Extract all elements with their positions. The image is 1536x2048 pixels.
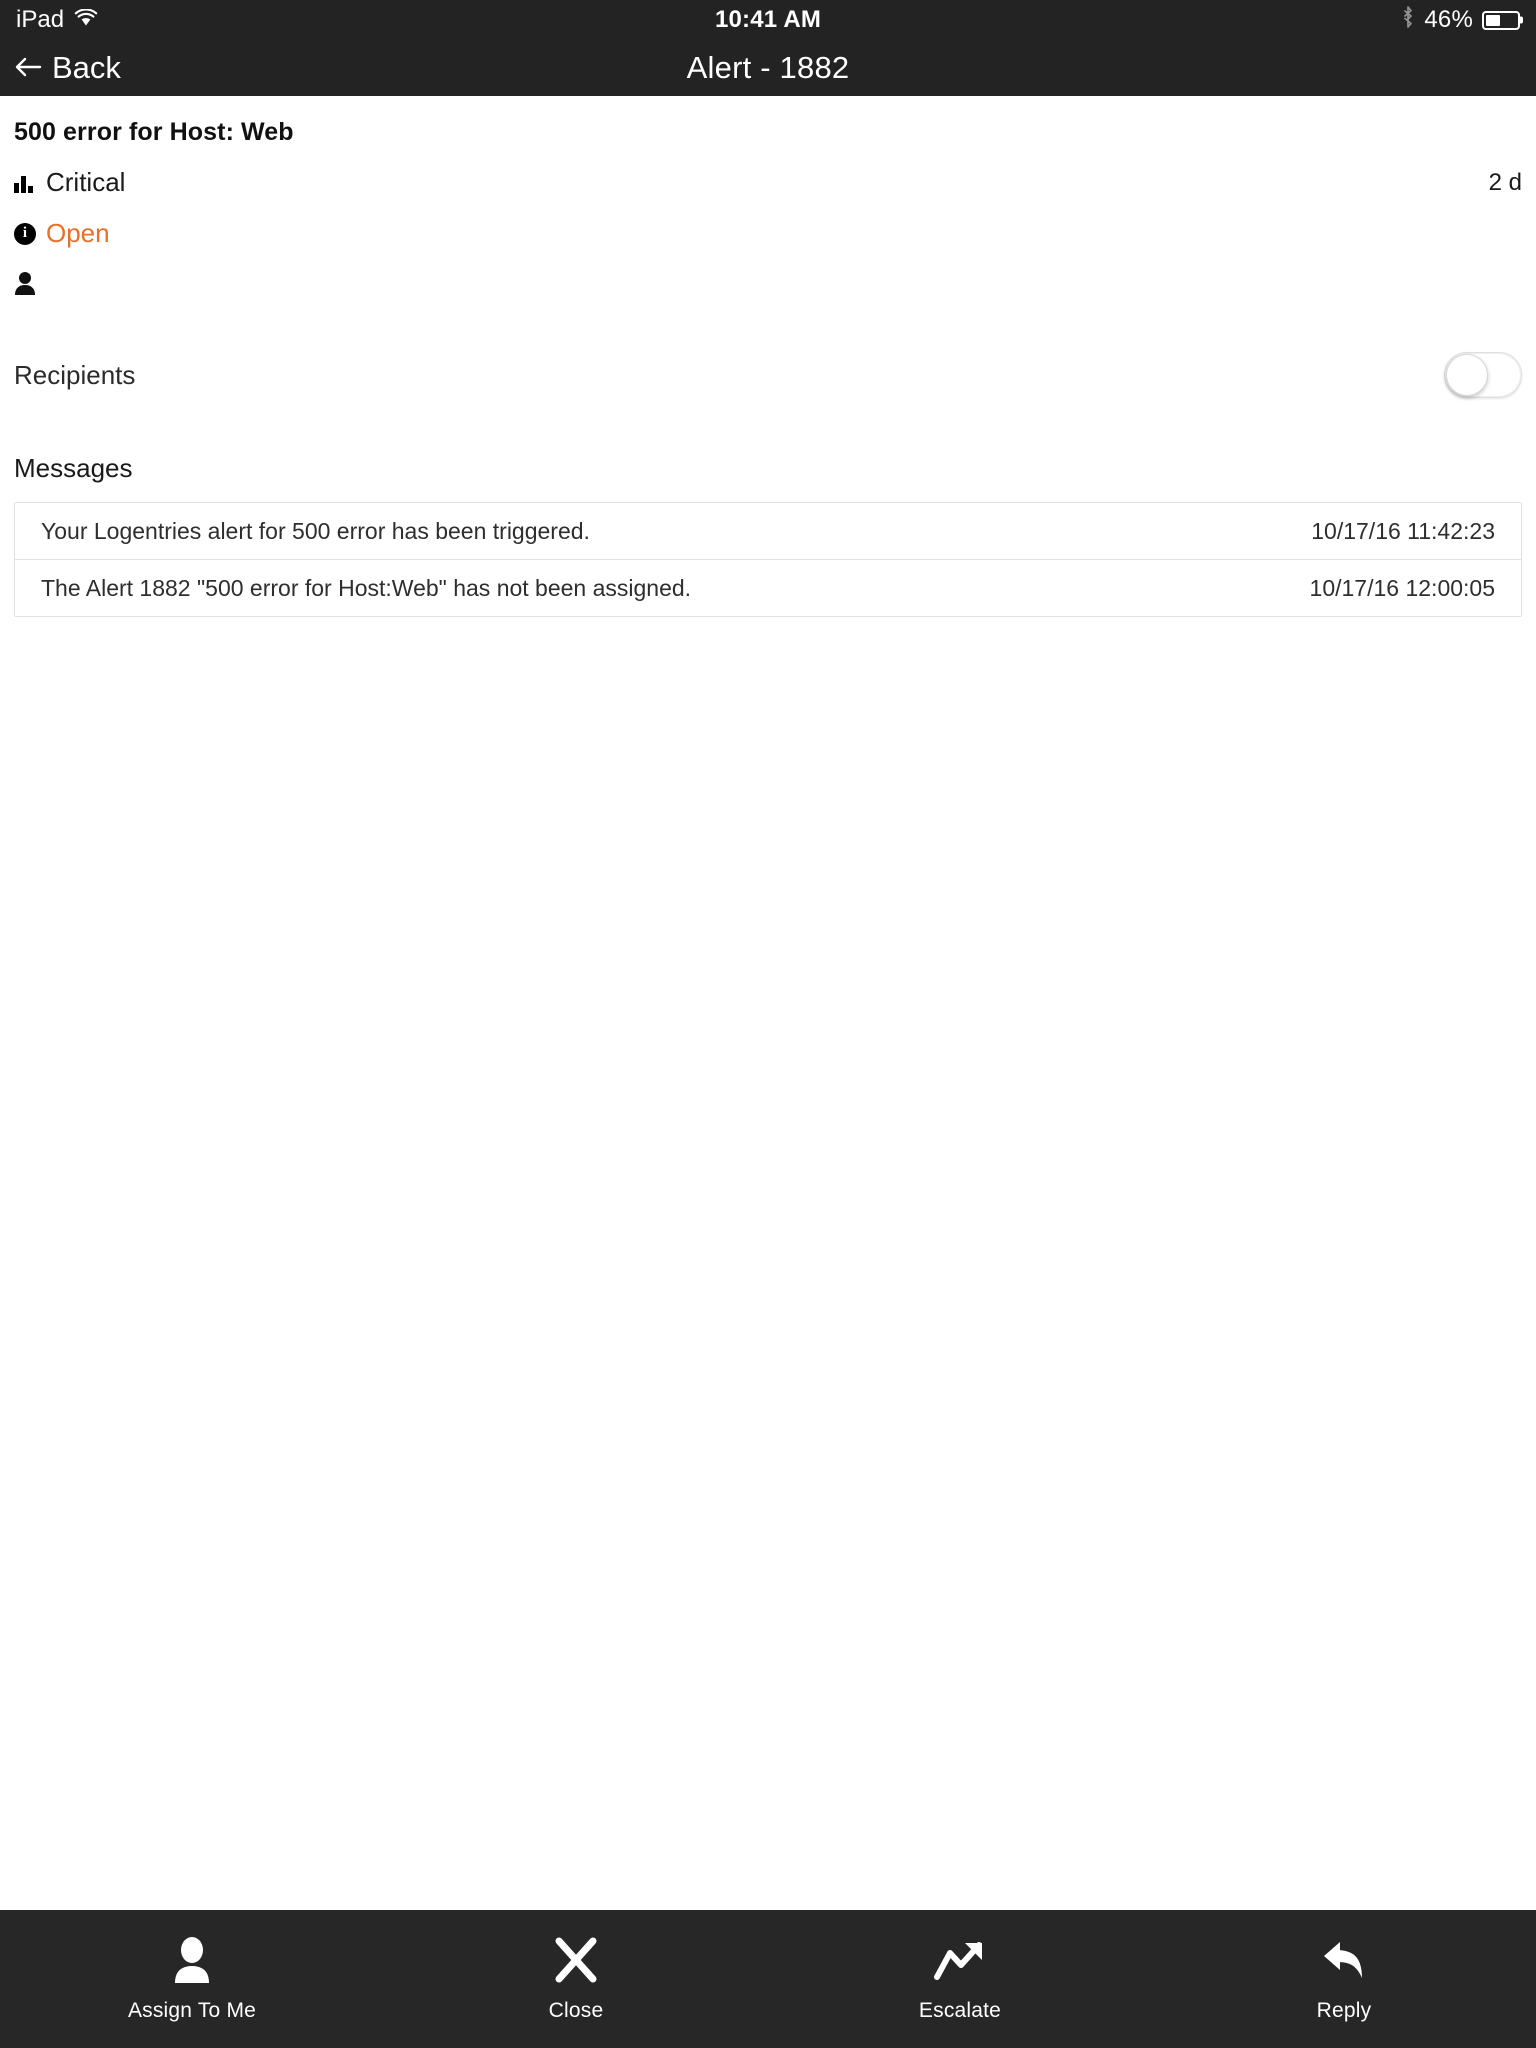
assign-to-me-label: Assign To Me <box>127 1999 257 2022</box>
battery-icon <box>1482 10 1520 30</box>
device-name: iPad <box>16 6 65 33</box>
status-bar-right: 46% <box>1401 5 1520 36</box>
message-text: Your Logentries alert for 500 error has … <box>41 517 590 544</box>
reply-label: Reply <box>1316 1999 1372 2022</box>
bottom-toolbar: Assign To Me Close Escalate Reply <box>0 1910 1536 2048</box>
escalate-button[interactable]: Escalate <box>768 1935 1152 2023</box>
wifi-icon <box>74 6 98 34</box>
message-timestamp: 10/17/16 12:00:05 <box>1309 574 1495 601</box>
table-row[interactable]: Your Logentries alert for 500 error has … <box>15 503 1521 560</box>
severity-label: Critical <box>46 167 126 197</box>
person-icon <box>14 271 36 300</box>
assignee-row <box>14 271 1522 299</box>
status-badge: Open <box>46 218 110 248</box>
navigation-bar: Back Alert - 1882 <box>0 40 1536 96</box>
message-timestamp: 10/17/16 11:42:23 <box>1311 517 1495 544</box>
status-bar-clock: 10:41 AM <box>714 6 822 33</box>
recipients-toggle-knob <box>1446 354 1488 396</box>
escalate-label: Escalate <box>918 1999 1002 2022</box>
main-content: 500 error for Host: Web Critical 2 d i O… <box>0 96 1536 1910</box>
bluetooth-icon <box>1401 5 1415 36</box>
assign-to-me-button[interactable]: Assign To Me <box>0 1935 384 2023</box>
severity-bars-icon <box>14 173 40 193</box>
severity-row: Critical 2 d <box>14 167 1522 198</box>
close-button[interactable]: Close <box>384 1935 768 2023</box>
close-label: Close <box>548 1999 604 2022</box>
table-row[interactable]: The Alert 1882 "500 error for Host:Web" … <box>15 560 1521 616</box>
trending-up-icon <box>934 1935 986 1985</box>
reply-button[interactable]: Reply <box>1152 1935 1536 2023</box>
back-button[interactable]: Back <box>14 49 121 87</box>
reply-arrow-icon <box>1320 1935 1368 1985</box>
page-title: Alert - 1882 <box>686 50 850 85</box>
battery-percent: 46% <box>1424 6 1473 33</box>
alert-detail-screen: iPad 10:41 AM 46% Back Alert - 1882 500 … <box>0 0 1536 2048</box>
recipients-toggle[interactable] <box>1444 352 1522 398</box>
back-arrow-icon <box>14 51 42 87</box>
status-bar: iPad 10:41 AM 46% <box>0 0 1536 40</box>
info-circle-icon: i <box>14 222 40 245</box>
messages-heading: Messages <box>14 453 133 483</box>
status-row: i Open <box>14 218 1522 249</box>
status-bar-left: iPad <box>16 6 98 34</box>
recipients-label: Recipients <box>14 359 136 390</box>
back-button-label: Back <box>52 50 121 85</box>
alert-title: 500 error for Host: Web <box>14 118 294 146</box>
recipients-row: Recipients <box>14 347 1522 403</box>
person-icon <box>171 1935 213 1985</box>
message-text: The Alert 1882 "500 error for Host:Web" … <box>41 574 692 601</box>
close-x-icon <box>553 1935 599 1985</box>
alert-age: 2 d <box>1488 168 1522 196</box>
messages-table: Your Logentries alert for 500 error has … <box>14 502 1522 617</box>
